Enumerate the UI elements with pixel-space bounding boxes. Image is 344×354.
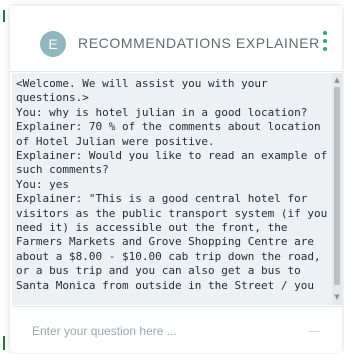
vertical-ellipsis-icon[interactable] xyxy=(322,31,328,55)
chat-transcript: <Welcome. We will assist you with your q… xyxy=(12,73,342,305)
scrollbar-thumb[interactable] xyxy=(334,87,340,285)
menu-dot xyxy=(323,31,327,35)
chat-widget: E RECOMMENDATIONS EXPLAINER <Welcome. We… xyxy=(10,6,342,353)
question-input[interactable] xyxy=(32,321,302,341)
widget-title: RECOMMENDATIONS EXPLAINER xyxy=(78,35,320,51)
transcript-scrollbar[interactable]: ▲ ▼ xyxy=(332,73,342,305)
scroll-down-arrow-icon[interactable]: ▼ xyxy=(332,292,342,302)
send-dash-icon[interactable] xyxy=(308,331,320,332)
menu-dot xyxy=(323,39,327,43)
question-input-bar xyxy=(12,306,342,353)
chat-header: E RECOMMENDATIONS EXPLAINER xyxy=(10,6,342,72)
left-edge-marker-bottom xyxy=(3,336,5,350)
menu-dot xyxy=(323,47,327,51)
explainer-avatar: E xyxy=(40,31,66,57)
left-edge-marker xyxy=(3,10,5,22)
scroll-up-arrow-icon[interactable]: ▲ xyxy=(332,75,342,85)
transcript-text: <Welcome. We will assist you with your q… xyxy=(16,77,328,292)
